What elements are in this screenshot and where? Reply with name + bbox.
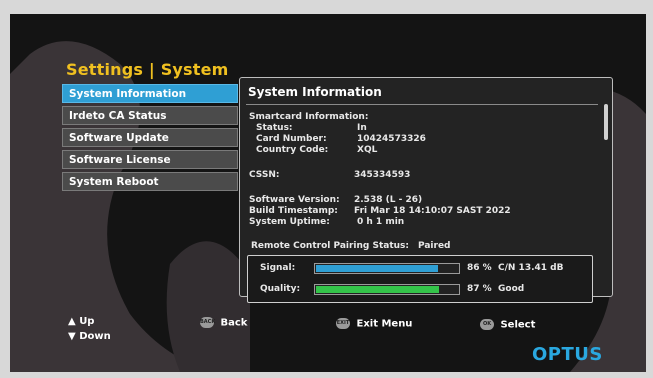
down-hint-label: Down [79,331,111,342]
software-version-value: 2.538 (L - 26) [354,195,423,205]
system-information-panel: System Information Smartcard Information… [239,77,613,303]
quality-label: Quality: [260,284,301,294]
country-code-value: XQL [357,145,378,155]
signal-meters: Signal: 86 % C/N 13.41 dB Quality: 87 % … [247,255,593,303]
quality-rating: Good [498,284,525,294]
smartcard-heading: Smartcard Information: [249,112,369,122]
settings-menu: System Information Irdeto CA Status Soft… [62,84,238,194]
exit-hint-label: Exit Menu [356,318,413,330]
panel-title: System Information [248,85,382,99]
build-timestamp-value: Fri Mar 18 14:10:07 SAST 2022 [354,206,511,216]
signal-label: Signal: [260,263,296,273]
optus-logo: OPTUS [532,344,603,365]
down-arrow-icon: ▼ [68,331,76,342]
quality-bar-fill [316,286,440,293]
remote-pairing-label: Remote Control Pairing Status: [251,241,410,251]
cssn-label: CSSN: [249,170,280,180]
signal-percent: 86 % [467,263,492,273]
menu-item-system-reboot[interactable]: System Reboot [62,172,238,191]
software-version-label: Software Version: [249,195,340,205]
up-hint: ▲ Up [68,316,94,327]
ok-button-icon: OK [480,319,494,330]
select-hint-label: Select [500,319,536,331]
status-value: In [357,123,367,133]
up-arrow-icon: ▲ [68,316,76,327]
select-hint[interactable]: OK Select [480,319,535,331]
status-label: Status: [256,123,293,133]
tv-screen: Settings | System System Information Ird… [10,14,646,372]
uptime-label: System Uptime: [249,217,330,227]
menu-item-system-information[interactable]: System Information [62,84,238,103]
card-number-value: 10424573326 [357,134,426,144]
menu-item-software-license[interactable]: Software License [62,150,238,169]
signal-bar [314,263,460,274]
divider [246,104,598,105]
exit-button-icon: EXIT [336,318,350,329]
exit-hint[interactable]: EXIT Exit Menu [336,318,412,330]
quality-bar [314,284,460,295]
back-button-icon: BACK [200,317,215,328]
build-timestamp-label: Build Timestamp: [249,206,338,216]
up-hint-label: Up [79,316,95,327]
scrollbar[interactable] [604,104,608,140]
signal-bar-fill [316,265,438,272]
uptime-value: 0 h 1 min [357,217,405,227]
back-hint[interactable]: BACK Back [200,317,247,329]
menu-item-software-update[interactable]: Software Update [62,128,238,147]
menu-item-irdeto-ca-status[interactable]: Irdeto CA Status [62,106,238,125]
card-number-label: Card Number: [256,134,327,144]
down-hint: ▼ Down [68,331,111,342]
page-title: Settings | System [66,60,229,79]
signal-cn: C/N 13.41 dB [498,263,564,273]
quality-percent: 87 % [467,284,492,294]
back-hint-label: Back [220,317,248,329]
cssn-value: 345334593 [354,170,411,180]
remote-pairing-value: Paired [418,241,451,251]
country-code-label: Country Code: [256,145,329,155]
